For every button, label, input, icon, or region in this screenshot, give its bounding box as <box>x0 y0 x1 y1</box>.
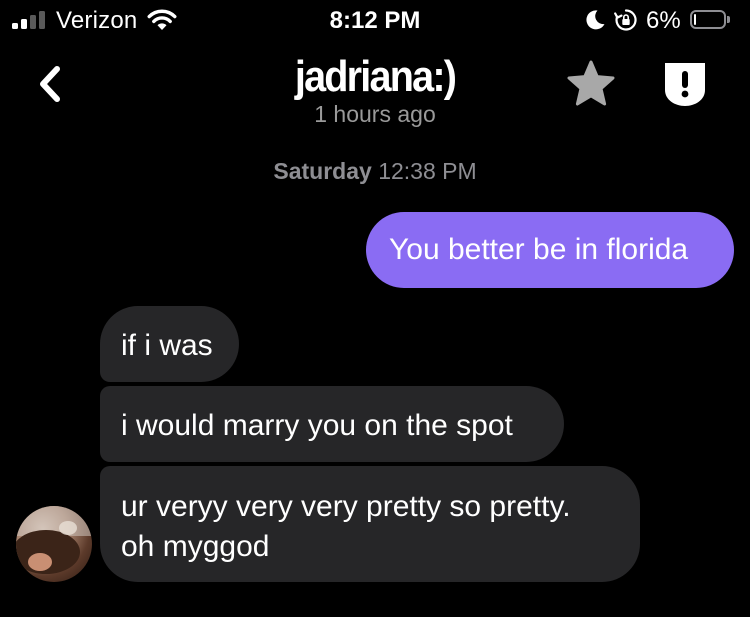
message-text: You better be in florida <box>389 233 689 266</box>
battery-icon <box>690 10 732 31</box>
outgoing-message-bubble[interactable]: You better be in florida <box>366 212 734 288</box>
shield-alert-icon[interactable] <box>662 60 708 108</box>
message-timestamp: Saturday 12:38 PM <box>0 158 750 185</box>
last-seen-label: 1 hours ago <box>314 101 436 127</box>
message-text-line: ur veryy very very pretty so pretty. <box>121 490 571 523</box>
message-text: if i was <box>121 329 213 362</box>
rotation-lock-icon <box>614 9 637 31</box>
timestamp-time: 12:38 PM <box>378 158 477 184</box>
moon-icon <box>586 10 605 30</box>
avatar[interactable] <box>16 506 92 582</box>
message-text: i would marry you on the spot <box>121 409 513 442</box>
star-icon[interactable] <box>564 58 618 110</box>
battery-percent: 6% <box>646 7 681 34</box>
message-text-line: oh myggod <box>121 530 270 563</box>
incoming-message-bubble[interactable]: ur veryy very very pretty so pretty. oh … <box>100 466 640 582</box>
incoming-message-bubble[interactable]: i would marry you on the spot <box>100 386 564 462</box>
status-bar: Verizon 8:12 PM 6% <box>0 0 750 44</box>
incoming-message-bubble[interactable]: if i was <box>100 306 239 382</box>
timestamp-day: Saturday <box>273 158 372 184</box>
